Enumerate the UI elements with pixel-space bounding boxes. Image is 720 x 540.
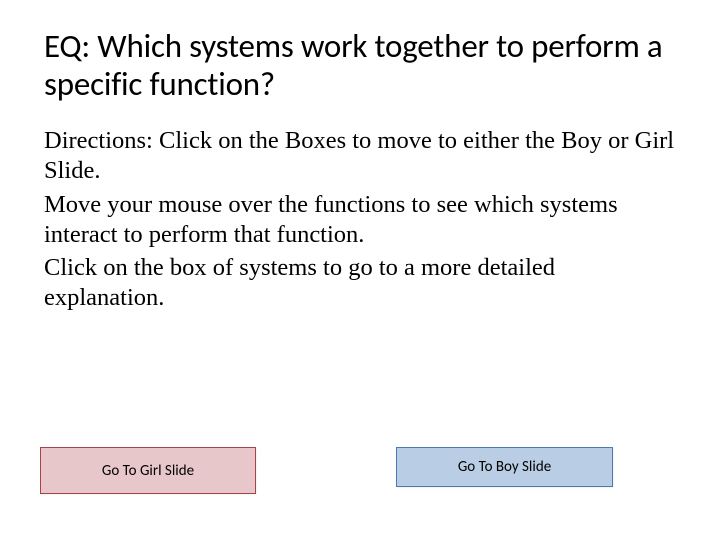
directions-line-3: Click on the box of systems to go to a m… xyxy=(44,253,676,313)
slide-container: EQ: Which systems work together to perfo… xyxy=(0,0,720,540)
navigation-buttons: Go To Girl Slide Go To Boy Slide xyxy=(40,447,684,494)
boy-button-label: Go To Boy Slide xyxy=(458,458,551,476)
go-to-girl-slide-button[interactable]: Go To Girl Slide xyxy=(40,447,256,494)
directions-line-2: Move your mouse over the functions to se… xyxy=(44,190,676,250)
girl-button-label: Go To Girl Slide xyxy=(102,462,194,480)
slide-title: EQ: Which systems work together to perfo… xyxy=(44,28,676,104)
directions-block: Directions: Click on the Boxes to move t… xyxy=(44,126,676,313)
go-to-boy-slide-button[interactable]: Go To Boy Slide xyxy=(396,447,613,487)
directions-line-1: Directions: Click on the Boxes to move t… xyxy=(44,126,676,186)
